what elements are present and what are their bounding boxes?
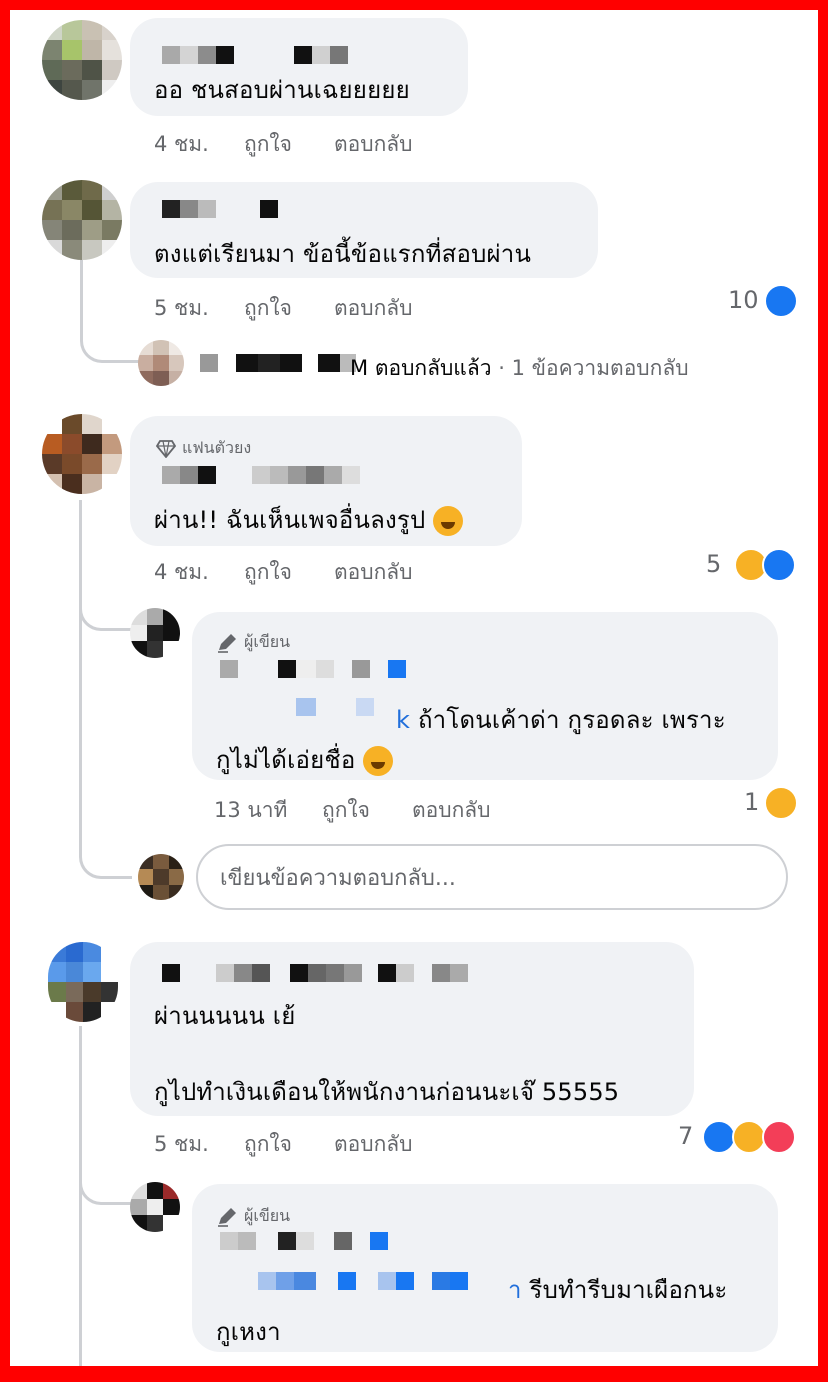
- mention-link[interactable]: k: [396, 706, 410, 734]
- redacted-commenter-name[interactable]: [162, 46, 348, 64]
- comment-time[interactable]: 4 ชม.: [154, 556, 209, 589]
- reaction-count[interactable]: 7: [678, 1122, 693, 1150]
- reply-text: กูเหงา: [216, 1318, 281, 1346]
- comment-time[interactable]: 5 ชม.: [154, 1128, 209, 1161]
- haha-icon: [764, 786, 798, 820]
- thread-connector: [79, 800, 132, 879]
- top-fan-badge: แฟนตัวยง: [156, 436, 251, 461]
- comment-text: กูไปทำเงินเดือนให้พนักงานก่อนนะเจ๊ 55555: [154, 1078, 620, 1106]
- comment-text: ผ่านนนนน เย้: [154, 1002, 296, 1030]
- like-icon: [762, 548, 796, 582]
- reaction-count[interactable]: 1: [744, 788, 759, 816]
- thread-connector: [80, 260, 141, 363]
- thread-line: [79, 1026, 82, 1366]
- like-button[interactable]: ถูกใจ: [244, 1128, 292, 1161]
- comment-text: ตงแต่เรียนมา ข้อนี้ข้อแรกที่สอบผ่าน: [154, 240, 532, 268]
- reply-text-line: รีบทำรีบมาเผือกนะ: [529, 1276, 728, 1304]
- reply-count-label: 1 ข้อความตอบกลับ: [511, 356, 689, 380]
- reaction-count[interactable]: 10: [728, 286, 759, 314]
- reply-input[interactable]: เขียนข้อความตอบกลับ...: [196, 844, 788, 910]
- pen-icon: [218, 1207, 236, 1227]
- author-badge: ผู้เขียน: [216, 1204, 290, 1229]
- comment-text-content: ผ่าน!! ฉันเห็นเพจอื่นลงรูป: [154, 506, 426, 534]
- commenter-avatar[interactable]: [42, 414, 122, 494]
- haha-icon: [732, 1120, 766, 1154]
- current-user-avatar[interactable]: [138, 854, 184, 900]
- grinning-squint-emoji: [363, 746, 394, 776]
- redacted-commenter-name[interactable]: [162, 964, 468, 982]
- replied-label: ตอบกลับแล้ว: [374, 356, 492, 380]
- reply-button[interactable]: ตอบกลับ: [412, 794, 491, 827]
- reply-text: k ถ้าโดนเค้าด่า กูรอดละ เพราะ: [396, 700, 726, 739]
- redacted-author-name[interactable]: [220, 660, 406, 678]
- reaction-count[interactable]: 5: [706, 550, 721, 578]
- comments-thread: ออ ชนสอบผ่านเฉยยยยย 4 ชม. ถูกใจ ตอบกลับ …: [10, 10, 818, 1366]
- author-badge: ผู้เขียน: [216, 630, 290, 655]
- thread-connector: [79, 1160, 132, 1205]
- commenter-avatar[interactable]: [42, 20, 122, 100]
- mention-link[interactable]: า: [508, 1276, 522, 1304]
- author-avatar[interactable]: [130, 1182, 180, 1232]
- replies-summary-link[interactable]: M ตอบกลับแล้ว · 1 ข้อความตอบกลับ: [350, 352, 689, 385]
- like-button[interactable]: ถูกใจ: [244, 292, 292, 325]
- like-icon: [764, 284, 798, 318]
- reply-input-placeholder: เขียนข้อความตอบกลับ...: [220, 865, 456, 891]
- reply-button[interactable]: ตอบกลับ: [334, 556, 413, 589]
- badge-label: ผู้เขียน: [244, 1206, 291, 1225]
- commenter-avatar[interactable]: [48, 942, 118, 1022]
- badge-label: ผู้เขียน: [244, 632, 291, 651]
- comment-text: ออ ชนสอบผ่านเฉยยยยย: [154, 76, 410, 104]
- thread-line: [79, 500, 82, 800]
- reply-time[interactable]: 13 นาที: [214, 794, 287, 827]
- reply-text: า รีบทำรีบมาเผือกนะ: [508, 1270, 727, 1309]
- commenter-avatar[interactable]: [42, 180, 122, 260]
- redacted-author-name[interactable]: [220, 1232, 388, 1250]
- like-button[interactable]: ถูกใจ: [322, 794, 370, 827]
- pen-icon: [218, 633, 236, 653]
- reply-text: กูไม่ได้เอ่ยชื่อ: [216, 740, 394, 779]
- like-icon: [702, 1120, 736, 1154]
- replier-name-tail: M: [350, 356, 369, 380]
- reply-button[interactable]: ตอบกลับ: [334, 1128, 413, 1161]
- comment-time[interactable]: 4 ชม.: [154, 128, 209, 161]
- author-avatar[interactable]: [130, 608, 180, 658]
- redacted-commenter-name[interactable]: [162, 200, 278, 218]
- laughing-tears-emoji: [433, 506, 464, 536]
- comment-time[interactable]: 5 ชม.: [154, 292, 209, 325]
- like-button[interactable]: ถูกใจ: [244, 556, 292, 589]
- love-icon: [762, 1120, 796, 1154]
- like-button[interactable]: ถูกใจ: [244, 128, 292, 161]
- reply-button[interactable]: ตอบกลับ: [334, 292, 413, 325]
- redacted-mention[interactable]: [258, 1272, 468, 1290]
- diamond-icon: [156, 439, 176, 458]
- redacted-commenter-name[interactable]: [162, 466, 360, 484]
- reply-button[interactable]: ตอบกลับ: [334, 128, 413, 161]
- redacted-mention[interactable]: [296, 698, 374, 716]
- reply-text-line: ถ้าโดนเค้าด่า กูรอดละ เพราะ: [417, 706, 726, 734]
- separator-dot: ·: [498, 356, 505, 380]
- redacted-replier-name[interactable]: [200, 354, 356, 372]
- comment-text: ผ่าน!! ฉันเห็นเพจอื่นลงรูป: [154, 500, 464, 539]
- thread-connector: [79, 590, 132, 631]
- badge-label: แฟนตัวยง: [182, 438, 252, 457]
- replier-avatar[interactable]: [138, 340, 184, 386]
- reply-text-line: กูไม่ได้เอ่ยชื่อ: [216, 746, 356, 774]
